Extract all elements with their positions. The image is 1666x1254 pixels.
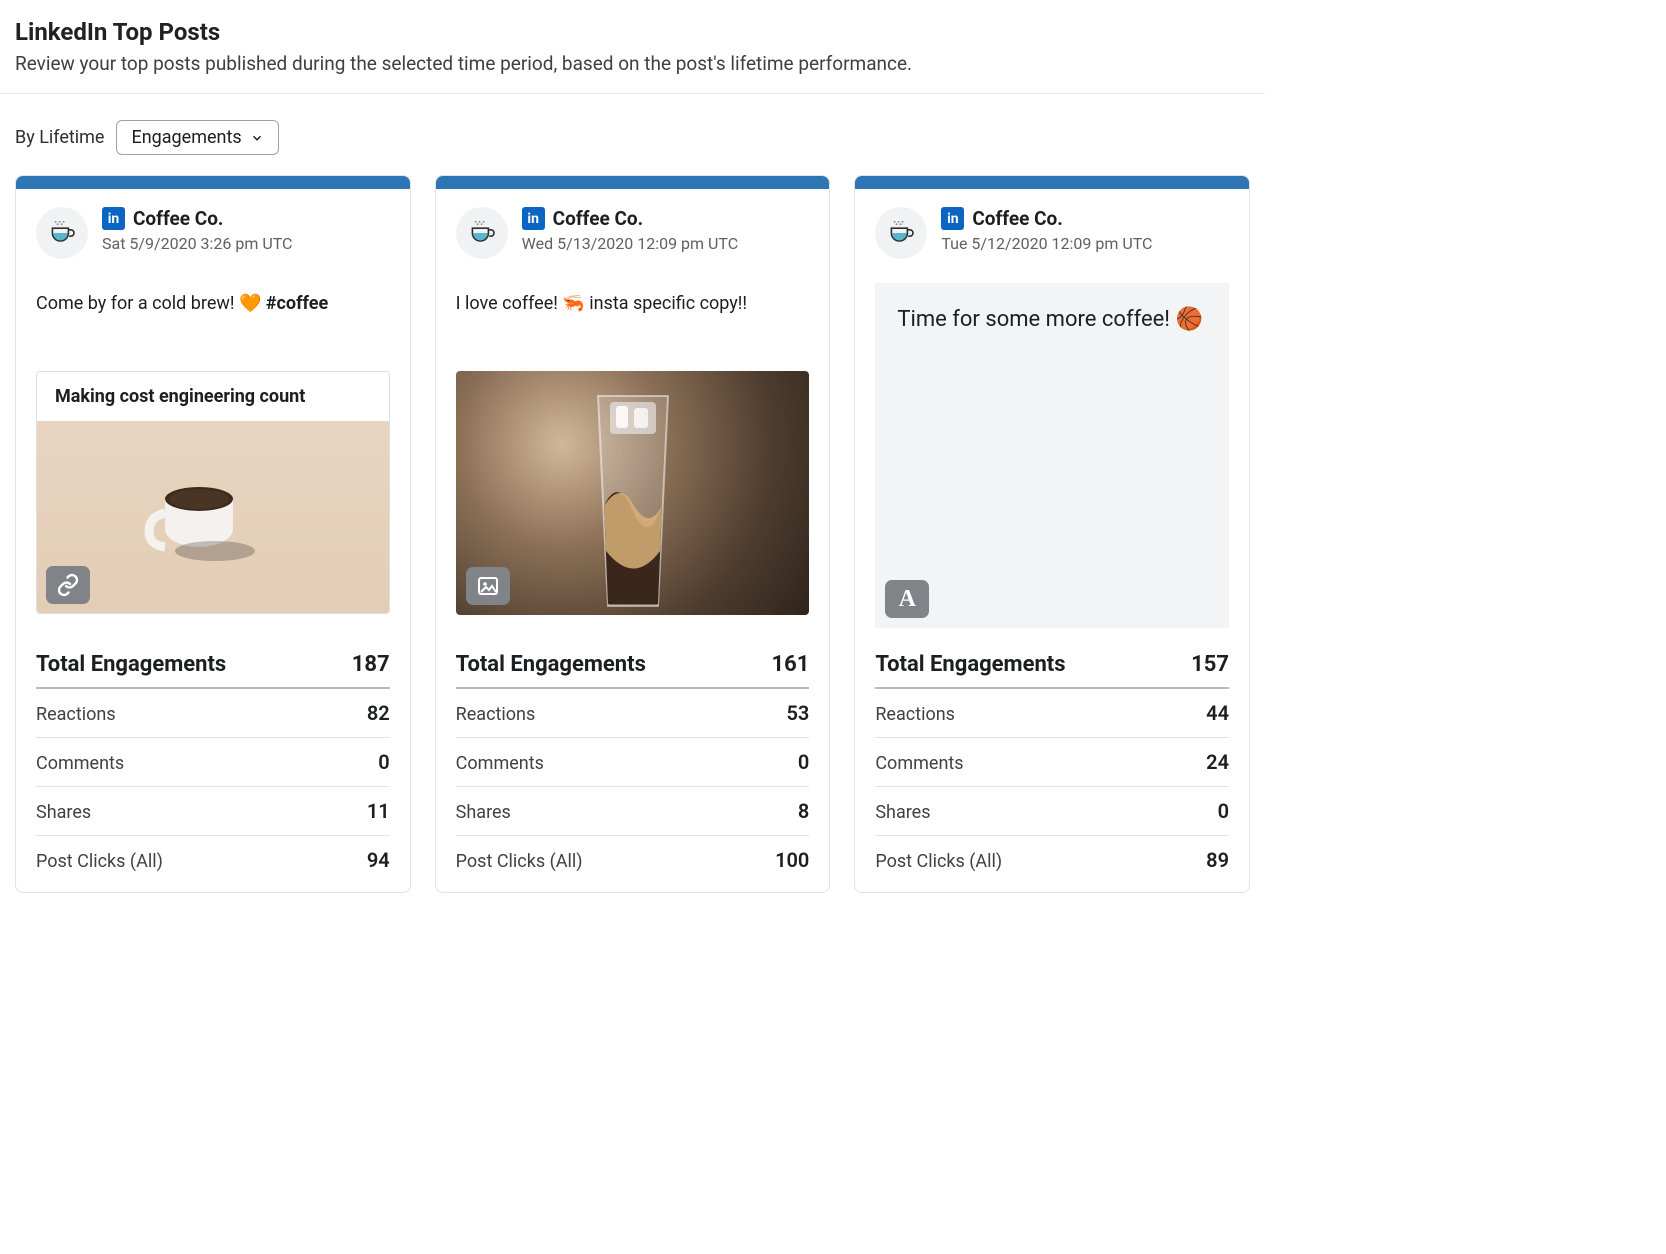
post-media[interactable] — [456, 371, 810, 615]
post-header: in Coffee Co. Wed 5/13/2020 12:09 pm UTC — [456, 207, 810, 259]
linkedin-badge-icon: in — [102, 207, 125, 230]
page-title: LinkedIn Top Posts — [15, 18, 1250, 46]
post-timestamp: Wed 5/13/2020 12:09 pm UTC — [522, 234, 810, 253]
dropdown-selected: Engagements — [131, 127, 241, 148]
post-text-body: I love coffee! 🦐 insta specific copy!! — [456, 293, 747, 314]
metric-reactions: Reactions82 — [36, 689, 390, 738]
filter-row: By Lifetime Engagements — [15, 120, 1250, 155]
metric-total-engagements: Total Engagements161 — [456, 648, 810, 689]
metric-shares: Shares11 — [36, 787, 390, 836]
post-hashtag: #coffee — [266, 293, 328, 314]
post-media[interactable]: Making cost engineering count — [36, 371, 390, 614]
card-accent-bar — [855, 176, 1249, 189]
metric-reactions: Reactions44 — [875, 689, 1229, 738]
media-type-badge — [46, 566, 90, 604]
image-icon — [476, 574, 500, 598]
text-icon: A — [899, 586, 916, 613]
metric-reactions: Reactions53 — [456, 689, 810, 738]
post-text: Come by for a cold brew! 🧡 #coffee — [36, 291, 390, 371]
metric-total-engagements: Total Engagements187 — [36, 648, 390, 689]
metric-total-engagements: Total Engagements157 — [875, 648, 1229, 689]
metric-dropdown[interactable]: Engagements — [116, 120, 278, 155]
post-header: in Coffee Co. Tue 5/12/2020 12:09 pm UTC — [875, 207, 1229, 259]
metric-comments: Comments24 — [875, 738, 1229, 787]
post-timestamp: Tue 5/12/2020 12:09 pm UTC — [941, 234, 1229, 253]
post-metrics: Total Engagements157 Reactions44 Comment… — [875, 648, 1229, 872]
post-header: in Coffee Co. Sat 5/9/2020 3:26 pm UTC — [36, 207, 390, 259]
company-avatar — [456, 207, 508, 259]
text-only-media: Time for some more coffee! 🏀 — [875, 283, 1229, 628]
metric-comments: Comments0 — [36, 738, 390, 787]
chevron-down-icon — [250, 131, 264, 145]
link-preview-title: Making cost engineering count — [37, 372, 389, 421]
metric-post-clicks: Post Clicks (All)89 — [875, 836, 1229, 872]
company-avatar — [36, 207, 88, 259]
metric-post-clicks: Post Clicks (All)94 — [36, 836, 390, 872]
text-media-content: Time for some more coffee! 🏀 — [897, 305, 1207, 335]
coffee-cup-icon — [46, 217, 78, 249]
post-media[interactable]: Time for some more coffee! 🏀 A — [875, 283, 1229, 628]
company-name: Coffee Co. — [133, 207, 223, 230]
metric-post-clicks: Post Clicks (All)100 — [456, 836, 810, 872]
post-card: in Coffee Co. Tue 5/12/2020 12:09 pm UTC… — [854, 175, 1250, 893]
post-card: in Coffee Co. Sat 5/9/2020 3:26 pm UTC C… — [15, 175, 411, 893]
post-timestamp: Sat 5/9/2020 3:26 pm UTC — [102, 234, 390, 253]
linkedin-badge-icon: in — [941, 207, 964, 230]
post-metrics: Total Engagements187 Reactions82 Comment… — [36, 648, 390, 872]
coffee-cup-icon — [885, 217, 917, 249]
company-name: Coffee Co. — [972, 207, 1062, 230]
card-accent-bar — [436, 176, 830, 189]
post-text-body: Come by for a cold brew! 🧡 — [36, 293, 266, 314]
section-divider — [0, 93, 1265, 94]
metric-shares: Shares0 — [875, 787, 1229, 836]
post-metrics: Total Engagements161 Reactions53 Comment… — [456, 648, 810, 872]
post-text: I love coffee! 🦐 insta specific copy!! — [456, 291, 810, 371]
media-type-badge — [466, 567, 510, 605]
company-avatar — [875, 207, 927, 259]
metric-comments: Comments0 — [456, 738, 810, 787]
page-subtitle: Review your top posts published during t… — [15, 52, 1250, 75]
company-name: Coffee Co. — [553, 207, 643, 230]
media-type-badge: A — [885, 580, 929, 618]
post-card: in Coffee Co. Wed 5/13/2020 12:09 pm UTC… — [435, 175, 831, 893]
link-icon — [56, 573, 80, 597]
card-accent-bar — [16, 176, 410, 189]
filter-label: By Lifetime — [15, 127, 104, 148]
linkedin-badge-icon: in — [522, 207, 545, 230]
metric-shares: Shares8 — [456, 787, 810, 836]
coffee-cup-icon — [466, 217, 498, 249]
post-cards: in Coffee Co. Sat 5/9/2020 3:26 pm UTC C… — [15, 175, 1250, 893]
